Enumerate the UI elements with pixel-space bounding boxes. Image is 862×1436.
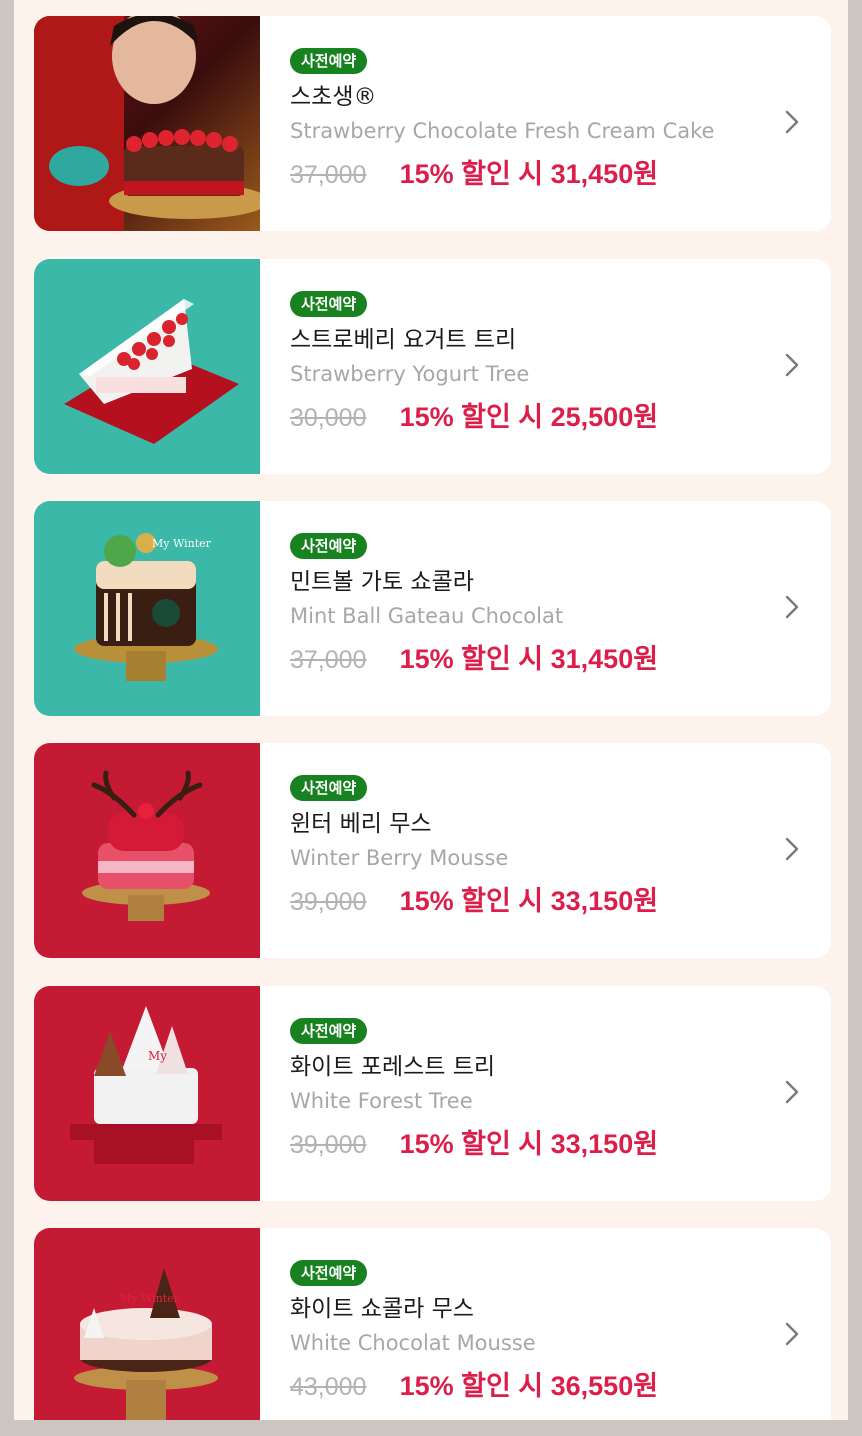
sale-price: 15% 할인 시 31,450원 [399,159,659,189]
sale-price: 15% 할인 시 31,450원 [399,644,659,674]
svg-text:My Winter: My Winter [152,537,212,550]
scrollbar-track[interactable] [848,0,862,1436]
preorder-badge: 사전예약 [290,1260,368,1286]
sale-price: 15% 할인 시 33,150원 [399,1129,659,1159]
product-info: 사전예약 윈터 베리 무스 Winter Berry Mousse 39,000… [290,775,761,923]
price-row: 37,000 15% 할인 시 31,450원 [290,156,761,196]
original-price: 39,000 [290,1131,367,1159]
product-card[interactable]: 사전예약 윈터 베리 무스 Winter Berry Mousse 39,000… [34,743,831,958]
product-image [34,259,260,474]
product-name-en: Strawberry Chocolate Fresh Cream Cake [290,119,715,143]
price-row: 43,000 15% 할인 시 36,550원 [290,1368,761,1408]
preorder-badge: 사전예약 [290,1018,368,1044]
product-info: 사전예약 화이트 쇼콜라 무스 White Chocolat Mousse 43… [290,1260,761,1408]
product-image [34,743,260,958]
product-image: My [34,986,260,1201]
product-name-ko: 스트로베리 요거트 트리 [290,327,517,353]
product-image: My Winter [34,1228,260,1420]
svg-text:My Winter: My Winter [120,1292,180,1305]
product-info: 사전예약 화이트 포레스트 트리 White Forest Tree 39,00… [290,1018,761,1166]
product-card[interactable]: 사전예약 스트로베리 요거트 트리 Strawberry Yogurt Tree… [34,259,831,474]
product-name-en: Mint Ball Gateau Chocolat [290,604,564,628]
product-name-ko: 화이트 포레스트 트리 [290,1054,496,1080]
original-price: 43,000 [290,1373,367,1401]
product-info: 사전예약 스트로베리 요거트 트리 Strawberry Yogurt Tree… [290,291,761,439]
product-card[interactable]: My Winter 사전예약 민트볼 가토 쇼콜라 Mint Ball Gate… [34,501,831,716]
original-price: 30,000 [290,404,367,432]
product-name-en: Winter Berry Mousse [290,846,509,870]
chevron-right-icon [785,1322,799,1346]
preorder-badge: 사전예약 [290,48,368,74]
product-name-en: Strawberry Yogurt Tree [290,362,530,386]
product-info: 사전예약 민트볼 가토 쇼콜라 Mint Ball Gateau Chocola… [290,533,761,681]
chevron-right-icon [785,595,799,619]
product-name-ko: 윈터 베리 무스 [290,811,432,837]
product-name-ko: 스초생® [290,84,377,110]
chevron-right-icon [785,837,799,861]
product-image: My Winter [34,501,260,716]
product-name-ko: 민트볼 가토 쇼콜라 [290,569,474,595]
product-card[interactable]: My Winter 사전예약 화이트 쇼콜라 무스 White Chocolat… [34,1228,831,1420]
product-card[interactable]: 사전예약 스초생® Strawberry Chocolate Fresh Cre… [34,16,831,231]
sale-price: 15% 할인 시 33,150원 [399,886,659,916]
product-card[interactable]: My 사전예약 화이트 포레스트 트리 White Forest Tree 39… [34,986,831,1201]
product-name-en: White Chocolat Mousse [290,1331,536,1355]
price-row: 39,000 15% 할인 시 33,150원 [290,1126,761,1166]
product-info: 사전예약 스초생® Strawberry Chocolate Fresh Cre… [290,48,761,196]
preorder-badge: 사전예약 [290,775,368,801]
chevron-right-icon [785,1080,799,1104]
product-name-ko: 화이트 쇼콜라 무스 [290,1296,474,1322]
original-price: 39,000 [290,888,367,916]
preorder-badge: 사전예약 [290,533,368,559]
product-name-en: White Forest Tree [290,1089,473,1113]
product-image [34,16,260,231]
product-list: 사전예약 스초생® Strawberry Chocolate Fresh Cre… [14,0,848,1420]
sale-price: 15% 할인 시 36,550원 [399,1371,659,1401]
original-price: 37,000 [290,646,367,674]
price-row: 37,000 15% 할인 시 31,450원 [290,641,761,681]
original-price: 37,000 [290,161,367,189]
chevron-right-icon [785,110,799,134]
preorder-badge: 사전예약 [290,291,368,317]
price-row: 30,000 15% 할인 시 25,500원 [290,399,761,439]
sale-price: 15% 할인 시 25,500원 [399,402,659,432]
svg-text:My: My [148,1049,167,1063]
price-row: 39,000 15% 할인 시 33,150원 [290,883,761,923]
chevron-right-icon [785,353,799,377]
